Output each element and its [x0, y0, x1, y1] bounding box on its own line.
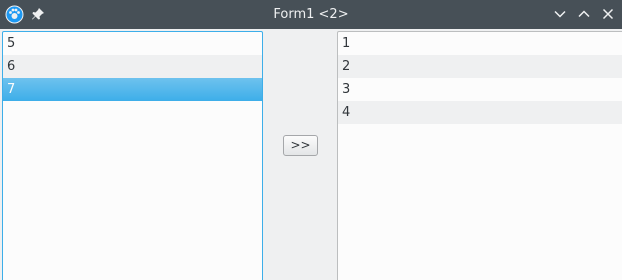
- list-item[interactable]: 2: [338, 55, 622, 78]
- minimize-button[interactable]: [552, 6, 568, 22]
- pin-icon[interactable]: [30, 6, 46, 22]
- list-item[interactable]: 1: [338, 32, 622, 55]
- close-icon: [602, 8, 614, 20]
- list-item-selected[interactable]: 7: [3, 78, 262, 101]
- move-right-button[interactable]: >>: [283, 135, 318, 156]
- list-item[interactable]: 3: [338, 78, 622, 101]
- maximize-button[interactable]: [576, 6, 592, 22]
- target-listbox[interactable]: 1 2 3 4: [337, 31, 622, 280]
- list-item[interactable]: 4: [338, 101, 622, 124]
- app-icon[interactable]: [5, 5, 24, 24]
- title-bar[interactable]: Form1 <2>: [0, 0, 622, 29]
- source-listbox[interactable]: 5 6 7: [2, 31, 263, 280]
- list-item[interactable]: 5: [3, 32, 262, 55]
- form-client-area: 5 6 7 >> 1 2 3 4: [0, 29, 622, 280]
- close-button[interactable]: [600, 6, 616, 22]
- chevron-down-icon: [554, 10, 566, 18]
- list-item[interactable]: 6: [3, 55, 262, 78]
- window-title: Form1 <2>: [273, 7, 349, 22]
- chevron-up-icon: [578, 10, 590, 18]
